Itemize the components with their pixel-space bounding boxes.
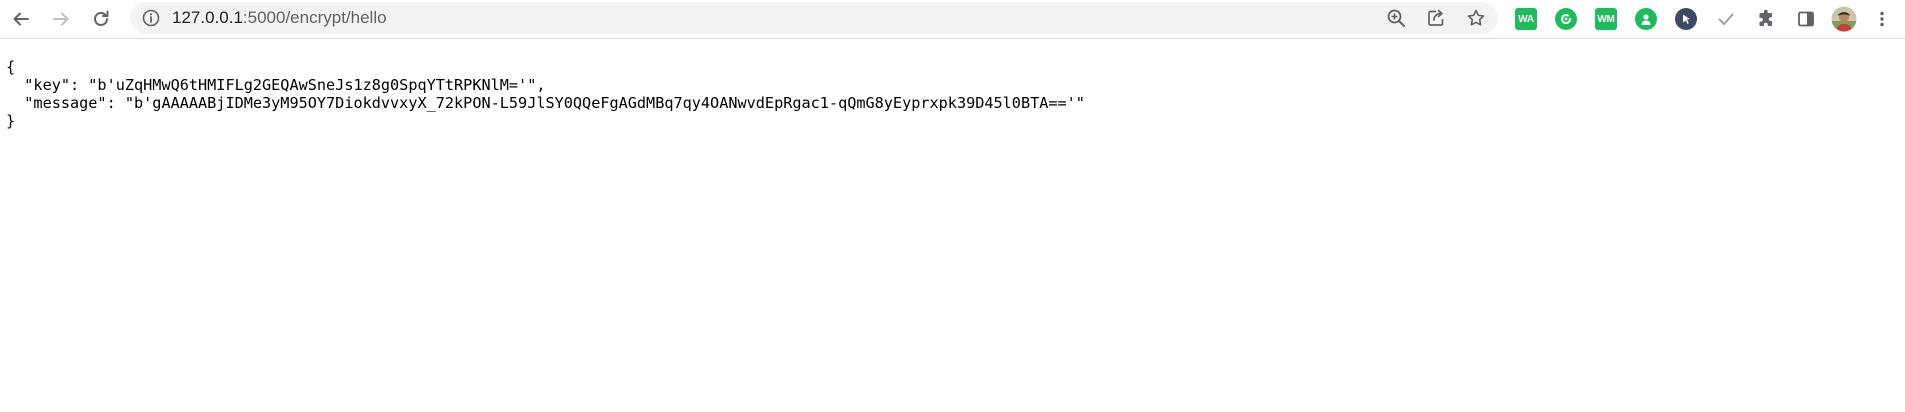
forward-button[interactable] bbox=[46, 4, 76, 34]
url-host: 127.0.0.1 bbox=[172, 8, 243, 27]
extension-check[interactable] bbox=[1713, 6, 1739, 32]
arrow-right-icon bbox=[53, 12, 69, 26]
cursor-circle-icon bbox=[1675, 8, 1697, 30]
json-open-brace: { bbox=[6, 58, 16, 76]
extension-wm-icon: WM bbox=[1595, 8, 1617, 30]
back-button[interactable] bbox=[6, 4, 36, 34]
side-panel-button[interactable] bbox=[1793, 6, 1819, 32]
extension-wa[interactable]: WA bbox=[1513, 6, 1539, 32]
kebab-menu-icon bbox=[1880, 11, 1884, 27]
checkmark-icon bbox=[1718, 13, 1734, 25]
address-bar[interactable]: 127.0.0.1:5000/encrypt/hello bbox=[130, 2, 1498, 34]
url-path: :5000/encrypt/hello bbox=[242, 8, 387, 27]
extensions-button[interactable] bbox=[1753, 6, 1779, 32]
reload-button[interactable] bbox=[86, 4, 116, 34]
share-button[interactable] bbox=[1424, 6, 1448, 30]
extension-wa-icon: WA bbox=[1515, 8, 1537, 30]
zoom-button[interactable] bbox=[1384, 6, 1408, 30]
browser-toolbar: 127.0.0.1:5000/encrypt/hello WA WM bbox=[0, 0, 1905, 39]
avatar bbox=[1831, 6, 1857, 32]
arrow-left-icon bbox=[13, 12, 29, 26]
json-key-line: "key": "b'uZqHMwQ6tHMIFLg2GEQAwSneJs1z8g… bbox=[6, 76, 546, 94]
person-circle-icon bbox=[1635, 8, 1657, 30]
json-response-body: { "key": "b'uZqHMwQ6tHMIFLg2GEQAwSneJs1z… bbox=[6, 58, 1085, 130]
json-message-line: "message": "b'gAAAAABjIDMe3yM95OY7Diokdv… bbox=[6, 94, 1085, 112]
profile-avatar[interactable] bbox=[1831, 6, 1857, 32]
url-text[interactable]: 127.0.0.1:5000/encrypt/hello bbox=[172, 2, 387, 34]
share-icon bbox=[1428, 9, 1444, 26]
extension-cursor[interactable] bbox=[1673, 6, 1699, 32]
browser-menu-button[interactable] bbox=[1869, 6, 1895, 32]
reload-icon bbox=[94, 10, 109, 26]
bookmark-button[interactable] bbox=[1464, 6, 1488, 30]
puzzle-icon bbox=[1759, 9, 1772, 26]
extension-wm[interactable]: WM bbox=[1593, 6, 1619, 32]
extension-person[interactable] bbox=[1633, 6, 1659, 32]
zoom-in-icon bbox=[1387, 9, 1405, 27]
json-close-brace: } bbox=[6, 112, 16, 130]
star-icon bbox=[1467, 9, 1485, 26]
chat-circle-icon bbox=[1555, 8, 1577, 30]
extension-chat[interactable] bbox=[1553, 6, 1579, 32]
info-icon[interactable] bbox=[142, 9, 160, 27]
side-panel-icon bbox=[1798, 11, 1814, 27]
